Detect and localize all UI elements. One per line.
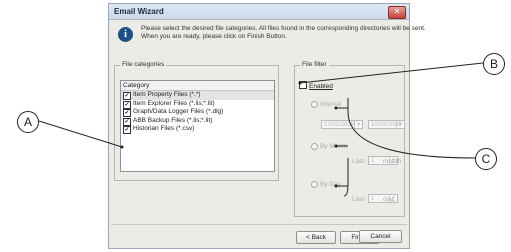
callout-a-line (38, 120, 123, 148)
callout-a-dot (120, 145, 124, 149)
callout-lines (38, 62, 484, 197)
callout-c-line-2 (343, 158, 349, 197)
callout-c-dot-2 (334, 144, 338, 148)
callout-b: B (483, 53, 505, 75)
callout-a: A (17, 111, 39, 133)
callout-c-line (347, 98, 476, 159)
callout-c-dot-3 (334, 184, 338, 188)
callout-c: C (475, 148, 497, 170)
callout-b-line (299, 62, 484, 84)
callout-b-dot (298, 81, 302, 85)
callout-c-dot-1 (334, 106, 338, 110)
